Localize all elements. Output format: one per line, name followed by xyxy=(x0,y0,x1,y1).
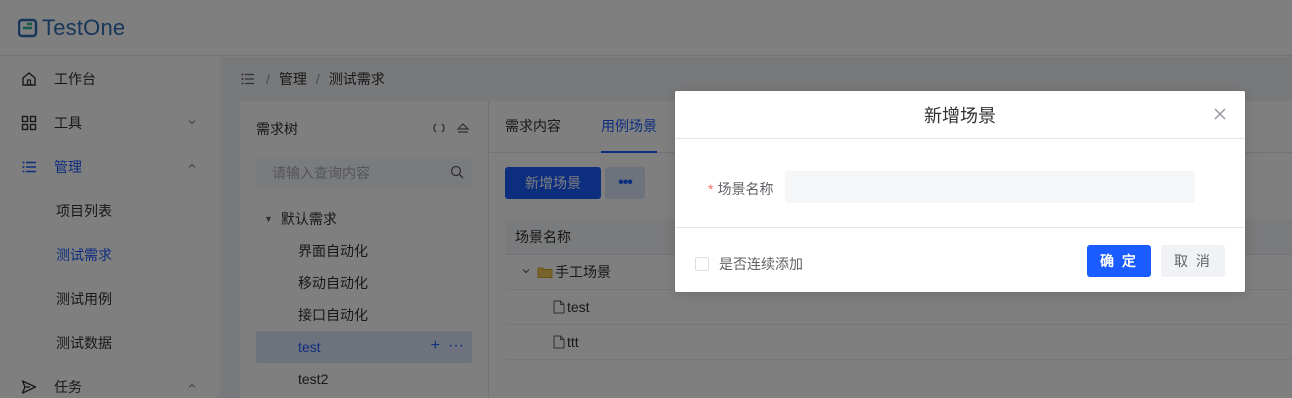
continuous-add-checkbox[interactable]: 是否连续添加 xyxy=(695,254,803,274)
scenario-name-input[interactable] xyxy=(785,171,1195,203)
close-icon[interactable] xyxy=(1213,107,1227,121)
dialog-footer: 是否连续添加 确 定 取 消 xyxy=(675,228,1245,292)
checkbox-box[interactable] xyxy=(695,257,709,271)
checkbox-label: 是否连续添加 xyxy=(719,256,803,272)
add-scenario-dialog: 新增场景 * 场景名称 是否连续添加 确 定 取 消 xyxy=(675,91,1245,292)
cancel-button[interactable]: 取 消 xyxy=(1161,245,1225,277)
dialog-body: * 场景名称 xyxy=(675,139,1245,228)
dialog-header: 新增场景 xyxy=(675,91,1245,139)
field-label-text: 场景名称 xyxy=(717,181,774,197)
dialog-title: 新增场景 xyxy=(924,105,996,126)
confirm-button[interactable]: 确 定 xyxy=(1087,245,1151,277)
scenario-name-label: * 场景名称 xyxy=(708,179,773,199)
required-mark: * xyxy=(708,181,714,197)
